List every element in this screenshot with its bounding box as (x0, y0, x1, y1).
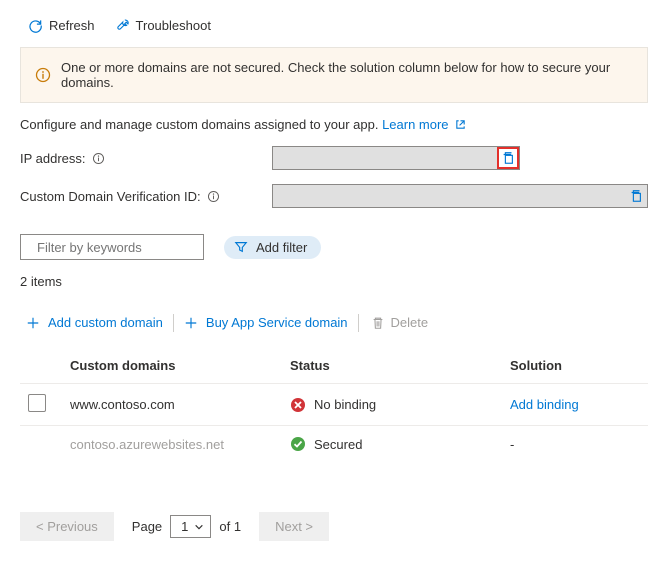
ip-address-row: IP address: (20, 146, 648, 170)
refresh-button[interactable]: Refresh (20, 14, 103, 37)
learn-more-link[interactable]: Learn more (382, 117, 466, 132)
add-custom-domain-button[interactable]: Add custom domain (20, 311, 169, 334)
trash-icon (371, 316, 385, 330)
cdv-row: Custom Domain Verification ID: (20, 184, 648, 208)
separator (358, 314, 359, 332)
wrench-icon (115, 18, 130, 33)
plus-icon (184, 316, 198, 330)
copy-icon (629, 189, 643, 203)
success-icon (290, 436, 306, 452)
refresh-label: Refresh (49, 18, 95, 33)
banner-text: One or more domains are not secured. Che… (61, 60, 633, 90)
refresh-icon (28, 18, 43, 33)
buy-domain-button[interactable]: Buy App Service domain (178, 311, 354, 334)
plus-icon (26, 316, 40, 330)
page-select[interactable]: 1 (170, 515, 211, 538)
info-warning-icon (35, 67, 51, 83)
action-bar: Add custom domain Buy App Service domain… (20, 303, 648, 342)
row-checkbox[interactable] (28, 394, 46, 412)
filter-icon (234, 240, 248, 254)
warning-banner: One or more domains are not secured. Che… (20, 47, 648, 103)
cdv-label: Custom Domain Verification ID: (20, 189, 272, 204)
ip-address-label: IP address: (20, 151, 272, 166)
status-text: Secured (314, 437, 362, 452)
troubleshoot-label: Troubleshoot (136, 18, 211, 33)
info-icon[interactable] (92, 152, 105, 165)
add-filter-button[interactable]: Add filter (224, 236, 321, 259)
col-solution-header[interactable]: Solution (502, 348, 648, 384)
cdv-input[interactable] (272, 184, 648, 208)
separator (173, 314, 174, 332)
search-box[interactable] (20, 234, 204, 260)
col-domain-header[interactable]: Custom domains (62, 348, 282, 384)
search-input[interactable] (37, 240, 213, 255)
solution-cell: - (502, 426, 648, 463)
domain-cell: contoso.azurewebsites.net (62, 426, 282, 463)
page-description: Configure and manage custom domains assi… (20, 117, 648, 132)
previous-page-button: < Previous (20, 512, 114, 541)
next-page-button: Next > (259, 512, 329, 541)
add-binding-link[interactable]: Add binding (510, 397, 579, 412)
command-bar: Refresh Troubleshoot (20, 10, 648, 47)
domain-cell: www.contoso.com (62, 384, 282, 426)
col-status-header[interactable]: Status (282, 348, 502, 384)
troubleshoot-button[interactable]: Troubleshoot (107, 14, 219, 37)
description-text: Configure and manage custom domains assi… (20, 117, 382, 132)
status-text: No binding (314, 397, 376, 412)
filter-row: Add filter (20, 234, 648, 260)
domains-table: Custom domains Status Solution www.conto… (20, 348, 648, 462)
copy-icon (501, 151, 515, 165)
info-icon[interactable] (207, 190, 220, 203)
pager: < Previous Page 1 of 1 Next > (20, 512, 648, 541)
item-count: 2 items (20, 274, 648, 289)
error-icon (290, 397, 306, 413)
table-row[interactable]: www.contoso.com No binding Add binding (20, 384, 648, 426)
table-row[interactable]: contoso.azurewebsites.net Secured - (20, 426, 648, 463)
copy-cdv-button[interactable] (626, 186, 646, 206)
copy-ip-button[interactable] (497, 147, 519, 169)
ip-address-input[interactable] (272, 146, 520, 170)
page-indicator: Page 1 of 1 (132, 515, 241, 538)
col-checkbox (20, 348, 62, 384)
external-link-icon (455, 119, 466, 130)
delete-button: Delete (363, 311, 437, 334)
chevron-down-icon (194, 522, 204, 532)
